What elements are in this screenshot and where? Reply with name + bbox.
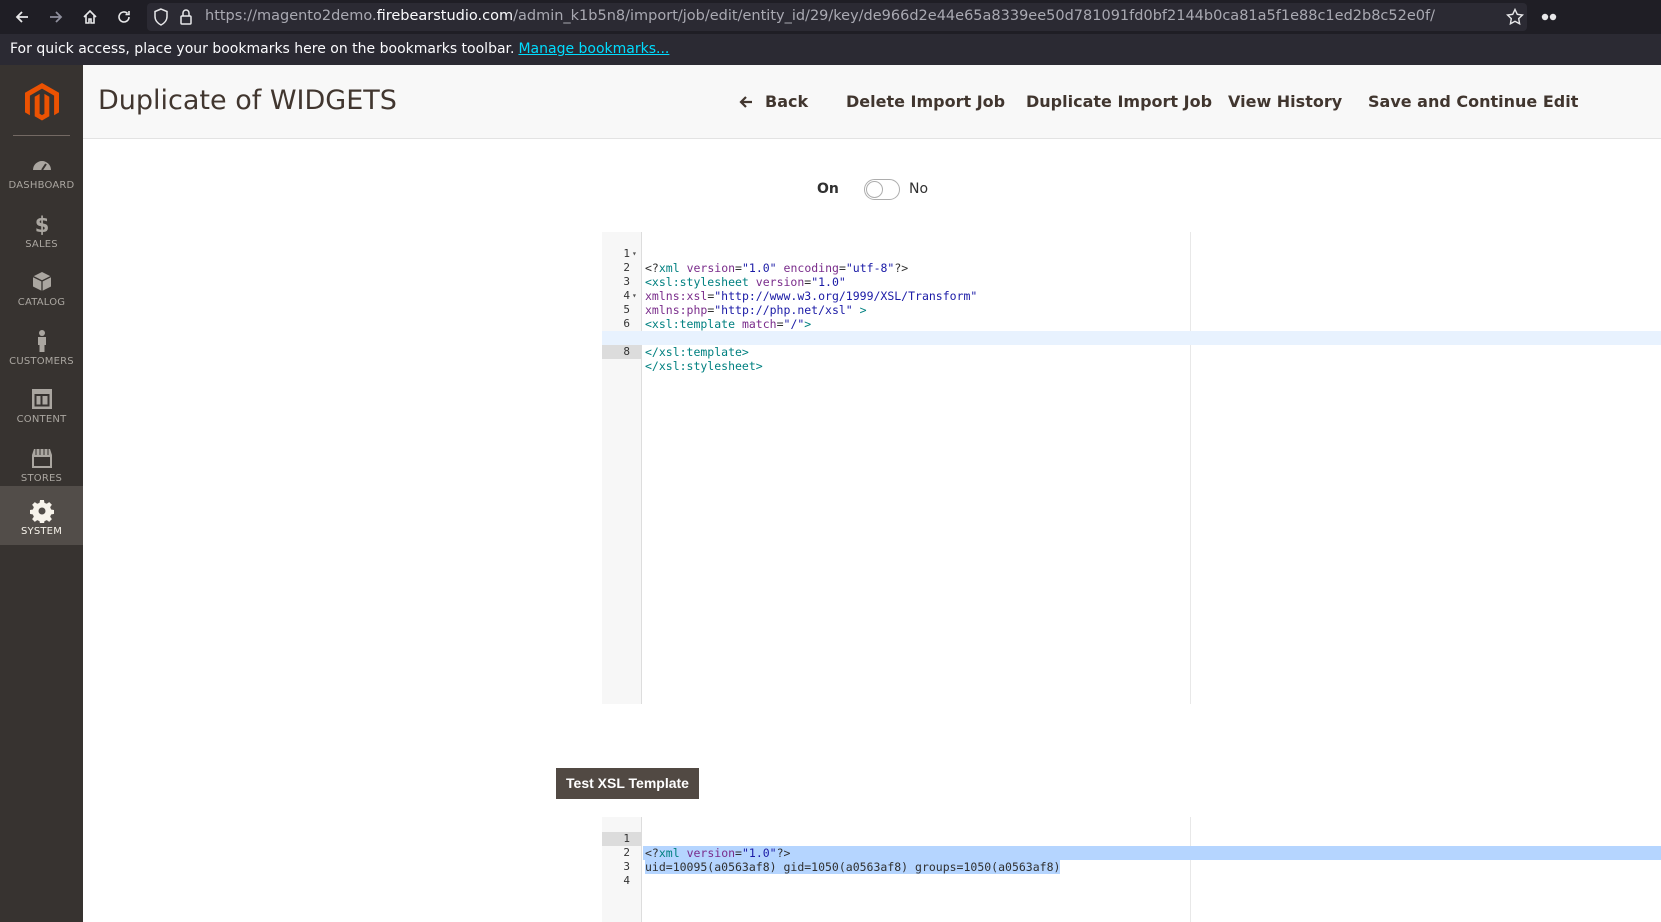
person-icon [30,329,54,353]
code-line: 4 [623,874,630,887]
toggle-knob [866,181,883,198]
svg-text:$: $ [34,213,49,236]
code-line: 3 xmlns:xsl="http://www.w3.org/1999/XSL/… [623,275,978,303]
page-header: Duplicate of WIDGETS Back Delete Import … [83,65,1661,139]
store-icon [30,446,54,470]
on-toggle-switch[interactable] [864,179,900,200]
code-line: 4 xmlns:php="http://php.net/xsl" > [623,289,867,317]
view-history-button[interactable]: View History [1228,92,1342,111]
bookmarks-toolbar: For quick access, place your bookmarks h… [0,34,1661,65]
admin-sidebar: DASHBOARD $ SALES CATALOG CUSTOMERS CONT… [0,65,83,922]
box-icon [30,270,54,294]
shield-icon[interactable] [153,8,171,26]
xsl-code-editor[interactable]: 1 <?xml version="1.0" encoding="utf-8"?>… [602,232,1661,704]
save-and-continue-button[interactable]: Save and Continue Edit [1368,92,1578,111]
sidebar-item-dashboard[interactable]: DASHBOARD [0,140,83,199]
sidebar-item-label: SYSTEM [20,526,63,537]
sidebar-item-label: CATALOG [17,297,66,308]
bookmark-star-icon[interactable] [1505,7,1525,26]
code-line: 6 <xsl:value-of select="php:function('sh… [623,317,1039,345]
sidebar-item-label: STORES [20,473,63,484]
sidebar-item-label: DASHBOARD [8,180,75,191]
duplicate-import-job-button[interactable]: Duplicate Import Job [1026,92,1212,111]
fold-arrow-icon[interactable]: ▾ [632,247,637,261]
reload-icon[interactable] [113,6,135,28]
sidebar-item-label: CONTENT [16,414,67,425]
private-browsing-icon[interactable] [1540,8,1558,26]
browser-toolbar: https://magento2demo.firebearstudio.com/… [0,0,1661,34]
code-line-active: 8 </xsl:stylesheet> [602,331,1661,373]
url-domain: firebearstudio.com [376,8,514,24]
sidebar-item-catalog[interactable]: CATALOG [0,257,83,316]
manage-bookmarks-link[interactable]: Manage bookmarks... [518,41,669,57]
sidebar-item-content[interactable]: CONTENT [0,374,83,433]
sidebar-divider [13,135,70,136]
bookmarks-message: For quick access, place your bookmarks h… [10,41,515,57]
sidebar-item-system[interactable]: SYSTEM [0,486,83,545]
code-line: 1 <?xml version="1.0" encoding="utf-8"?> [623,247,909,275]
back-arrow-icon[interactable] [737,93,755,111]
dollar-icon: $ [30,212,54,237]
code-line-selected: 1 <?xml version="1.0"?> [602,818,1661,860]
gear-icon [29,499,54,524]
code-line: 7 </xsl:template> [623,331,749,359]
dashboard-icon [30,153,54,177]
home-icon[interactable] [79,6,101,28]
back-button[interactable]: Back [765,92,808,111]
magento-logo-icon[interactable] [24,83,60,121]
sidebar-item-label: SALES [25,239,58,250]
code-line-selected: 2 uid=10095(a0563af8) gid=1050(a0563af8)… [623,846,1061,874]
forward-arrow-icon[interactable] [45,6,67,28]
back-arrow-icon[interactable] [11,6,33,28]
toggle-label: On [817,181,839,197]
code-line: 5 ▾ <xsl:template match="/"> [623,289,812,331]
sidebar-item-sales[interactable]: $ SALES [0,199,83,258]
sidebar-item-label: CUSTOMERS [9,356,74,367]
fold-arrow-icon[interactable]: ▾ [632,289,637,303]
delete-import-job-button[interactable]: Delete Import Job [846,92,1005,111]
code-line: 2 ▾ <xsl:stylesheet version="1.0" [623,247,846,289]
url-text[interactable]: https://magento2demo.firebearstudio.com/… [205,8,1435,24]
lock-icon[interactable] [179,8,197,26]
xsl-result-editor[interactable]: 1 <?xml version="1.0"?> 2 uid=10095(a056… [602,817,1661,922]
toggle-value: No [909,181,929,197]
test-xsl-template-button[interactable]: Test XSL Template [556,768,699,799]
sidebar-item-stores[interactable]: STORES [0,433,83,492]
layout-icon [30,387,54,411]
sidebar-item-customers[interactable]: CUSTOMERS [0,316,83,375]
code-line: 3 [623,860,630,873]
page-title: Duplicate of WIDGETS [98,85,397,116]
